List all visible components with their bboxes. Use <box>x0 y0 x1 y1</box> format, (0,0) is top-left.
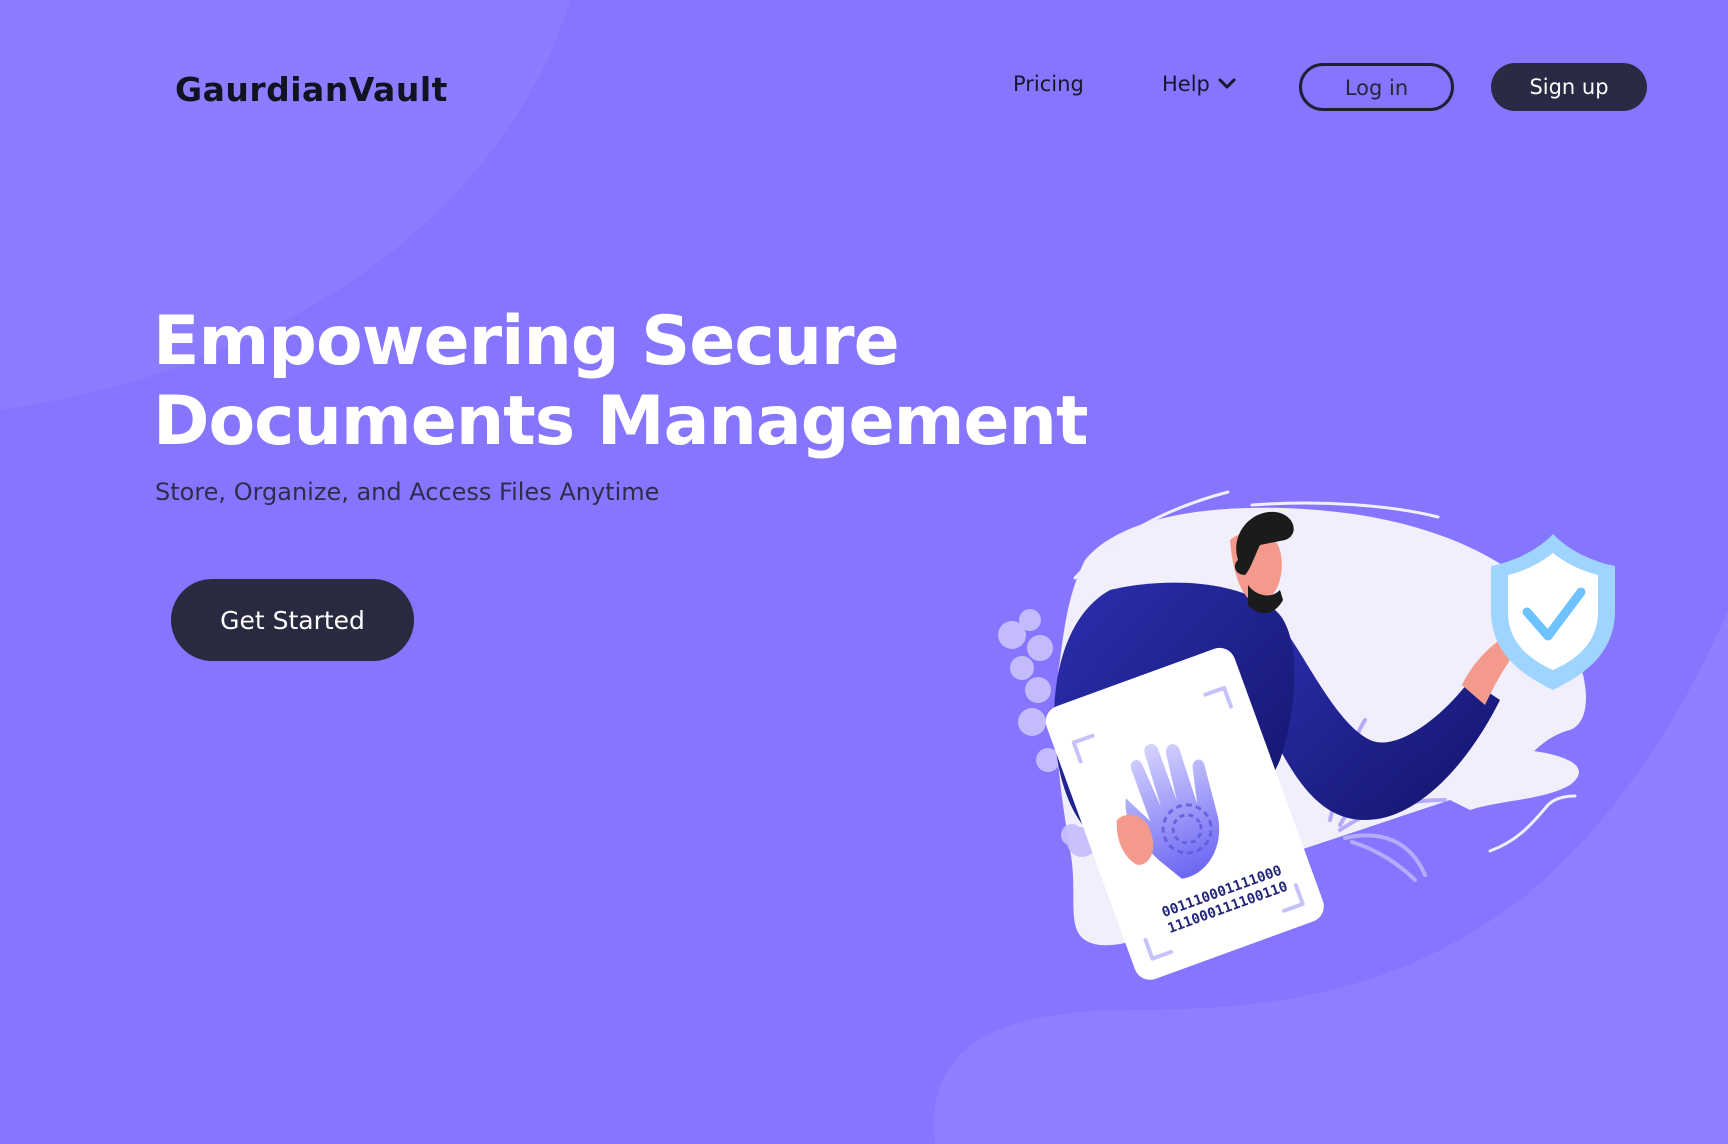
nav-help-dropdown[interactable]: Help <box>1162 72 1236 96</box>
login-button[interactable]: Log in <box>1299 63 1454 111</box>
hero-title: Empowering Secure Documents Management <box>153 302 1153 462</box>
get-started-button[interactable]: Get Started <box>171 579 414 661</box>
get-started-button-label: Get Started <box>220 605 365 635</box>
hero-illustration: 001110001111000 111000111100110 <box>998 490 1615 980</box>
hero-subtitle: Store, Organize, and Access Files Anytim… <box>155 478 660 506</box>
hero-title-line-1: Empowering Secure <box>153 302 900 381</box>
nav-help-label: Help <box>1162 72 1210 96</box>
signup-button[interactable]: Sign up <box>1491 63 1647 111</box>
signup-button-label: Sign up <box>1529 75 1609 99</box>
nav-pricing-label: Pricing <box>1013 72 1084 96</box>
decor-swoosh-right <box>1488 794 1577 853</box>
login-button-label: Log in <box>1344 76 1409 100</box>
brand-logo[interactable]: GaurdianVault <box>175 70 448 109</box>
chevron-down-icon <box>1218 78 1236 89</box>
hero-title-line-2: Documents Management <box>153 382 1088 461</box>
nav-pricing-link[interactable]: Pricing <box>1013 72 1084 96</box>
